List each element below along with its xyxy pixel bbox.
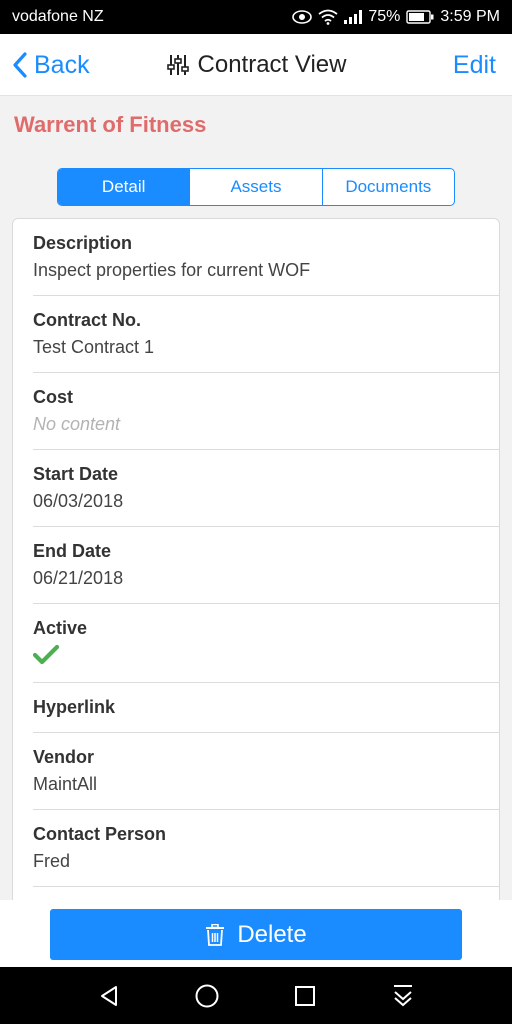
back-button[interactable]: Back xyxy=(12,34,90,96)
circle-home-icon[interactable] xyxy=(187,976,227,1016)
system-nav-bar xyxy=(0,967,512,1024)
start-date-label: Start Date xyxy=(33,464,119,484)
description-value: Inspect properties for current WOF xyxy=(33,260,311,280)
detail-card: Description Inspect properties for curre… xyxy=(12,218,500,918)
contract-no-value: Test Contract 1 xyxy=(33,337,155,357)
square-recent-icon[interactable] xyxy=(285,976,325,1016)
back-label: Back xyxy=(34,50,90,79)
active-field: Active xyxy=(32,604,499,683)
tab-detail[interactable]: Detail xyxy=(58,169,191,205)
wifi-icon xyxy=(318,9,338,25)
carrier-label: vodafone NZ xyxy=(12,8,104,25)
delete-label: Delete xyxy=(237,920,307,948)
status-icons: 75% 3:59 PM xyxy=(292,8,500,26)
end-date-label: End Date xyxy=(33,541,112,561)
title-text: Contract View xyxy=(197,51,347,78)
contract-no-field: Contract No. Test Contract 1 xyxy=(33,296,499,373)
footer: Delete xyxy=(0,900,512,967)
tab-bar: Detail Assets Documents xyxy=(57,168,455,206)
trash-icon xyxy=(206,923,225,946)
clock: 3:59 PM xyxy=(440,8,500,25)
triangle-back-icon[interactable] xyxy=(89,976,129,1016)
start-date-value: 06/03/2018 xyxy=(33,491,124,511)
signal-icon xyxy=(344,10,363,24)
checkmark-icon xyxy=(32,644,60,665)
status-bar: vodafone NZ 75% 3:59 PM xyxy=(0,0,512,34)
contact-person-label: Contact Person xyxy=(33,824,167,844)
contact-person-value: Fred xyxy=(33,851,71,871)
contract-no-label: Contract No. xyxy=(33,310,141,330)
contact-person-field: Contact Person Fred xyxy=(33,810,499,887)
battery-percent: 75% xyxy=(368,8,401,25)
hyperlink-label: Hyperlink xyxy=(33,697,116,717)
chevron-left-icon xyxy=(13,52,27,78)
cost-label: Cost xyxy=(33,387,73,407)
description-label: Description xyxy=(33,233,133,253)
tab-documents[interactable]: Documents xyxy=(323,169,454,205)
delete-button[interactable]: Delete xyxy=(50,909,462,960)
edit-button[interactable]: Edit xyxy=(453,34,496,96)
vendor-field: Vendor MaintAll xyxy=(33,733,499,810)
vendor-label: Vendor xyxy=(33,747,95,767)
vendor-value: MaintAll xyxy=(33,774,98,794)
hyperlink-field: Hyperlink xyxy=(33,683,499,733)
end-date-value: 06/21/2018 xyxy=(33,568,124,588)
eye-icon xyxy=(292,10,313,24)
cost-value: No content xyxy=(33,414,121,434)
end-date-field: End Date 06/21/2018 xyxy=(33,527,499,604)
active-label: Active xyxy=(33,618,88,638)
start-date-field: Start Date 06/03/2018 xyxy=(33,450,499,527)
download-arrow-icon[interactable] xyxy=(383,976,423,1016)
battery-icon xyxy=(406,10,434,24)
active-value xyxy=(32,644,499,670)
sliders-icon xyxy=(166,55,189,75)
description-field: Description Inspect properties for curre… xyxy=(33,219,499,296)
nav-bar: Back Contract View Edit xyxy=(0,34,512,96)
cost-field: Cost No content xyxy=(33,373,499,450)
contract-name-heading: Warrent of Fitness xyxy=(14,112,207,137)
tab-assets[interactable]: Assets xyxy=(190,169,323,205)
